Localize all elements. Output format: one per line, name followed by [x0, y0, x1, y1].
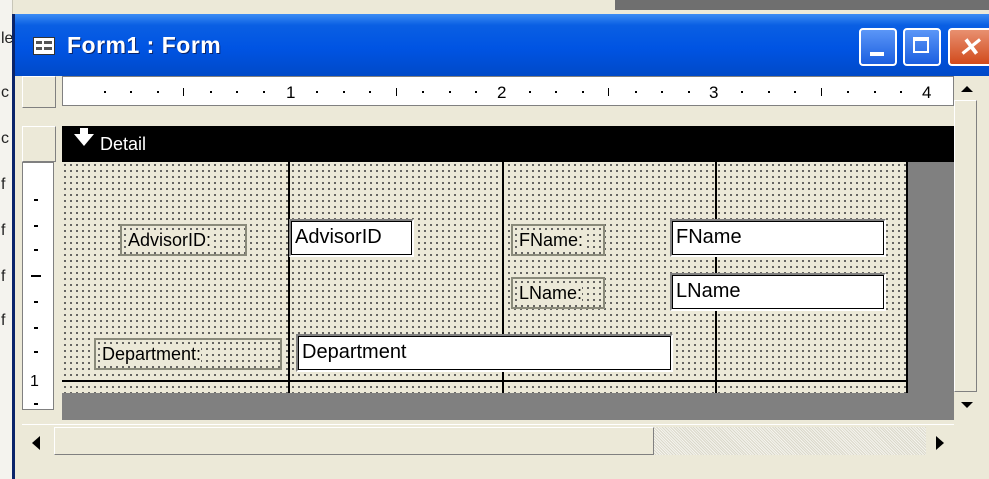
- ruler-number: 2: [497, 83, 507, 102]
- advisorid-label[interactable]: AdvisorID:: [120, 224, 247, 256]
- scroll-down-button[interactable]: [954, 394, 977, 416]
- close-button[interactable]: ✕: [948, 28, 989, 66]
- ruler-tick: [103, 91, 106, 93]
- ruler-tick: [794, 91, 797, 93]
- horizontal-scroll-thumb[interactable]: [54, 427, 654, 455]
- form-background-area: [908, 162, 954, 393]
- ruler-number: 1: [30, 373, 39, 390]
- ruler-tick: [634, 91, 637, 93]
- ruler-tick: [581, 91, 584, 93]
- ruler-tick: [209, 91, 212, 93]
- ruler-number: 1: [286, 83, 296, 102]
- ruler-tick: [262, 91, 265, 93]
- maximize-button[interactable]: [903, 28, 941, 66]
- ruler-number: 3: [709, 83, 719, 102]
- minimize-icon: [870, 52, 884, 56]
- close-icon: ✕: [958, 32, 980, 62]
- scroll-right-button[interactable]: [926, 427, 954, 457]
- ruler-tick: [608, 88, 610, 96]
- ruler-tick: [369, 91, 372, 93]
- maximize-icon: [913, 37, 929, 53]
- minimize-button[interactable]: [859, 28, 897, 66]
- ruler-tick: [475, 91, 478, 93]
- arrow-up-icon: [961, 86, 973, 92]
- background-text: f: [1, 312, 6, 329]
- background-text: f: [1, 222, 6, 239]
- horizontal-scrollbar[interactable]: [22, 424, 954, 457]
- background-window-edge: [615, 0, 989, 10]
- lname-label[interactable]: LName:: [511, 277, 605, 309]
- ruler-tick: [661, 91, 664, 93]
- background-text: f: [1, 176, 6, 193]
- background-text: c: [1, 130, 9, 147]
- arrow-down-icon: [961, 402, 973, 408]
- ruler-tick: [236, 91, 239, 93]
- ruler-tick: [847, 91, 850, 93]
- ruler-tick: [873, 91, 876, 93]
- detail-section-bar[interactable]: Detail: [62, 126, 954, 162]
- ruler-tick: [395, 88, 397, 96]
- ruler-tick: [555, 91, 558, 93]
- fname-textbox[interactable]: FName: [670, 219, 886, 257]
- arrow-right-icon: [936, 436, 944, 450]
- vertical-ruler[interactable]: 1: [22, 162, 54, 410]
- horizontal-scroll-track[interactable]: [654, 427, 926, 455]
- department-textbox[interactable]: Department: [296, 334, 673, 372]
- department-label[interactable]: Department:: [94, 338, 282, 370]
- ruler-tick: [316, 91, 319, 93]
- vertical-scroll-thumb[interactable]: [954, 100, 977, 392]
- scroll-left-button[interactable]: [22, 427, 52, 457]
- background-text: c: [1, 84, 9, 101]
- lname-textbox[interactable]: LName: [670, 273, 886, 311]
- background-text: f: [1, 268, 6, 285]
- ruler-tick: [687, 91, 690, 93]
- window-title: Form1 : Form: [67, 32, 222, 58]
- ruler-tick: [448, 91, 451, 93]
- ruler-tick: [767, 91, 770, 93]
- scroll-up-button[interactable]: [954, 78, 977, 100]
- ruler-tick: [528, 91, 531, 93]
- advisorid-textbox[interactable]: AdvisorID: [289, 219, 414, 257]
- ruler-tick: [342, 91, 345, 93]
- ruler-number: 4: [922, 83, 932, 102]
- ruler-tick: [130, 91, 133, 93]
- section-arrow-icon: [74, 128, 94, 146]
- ruler-tick: [900, 91, 903, 93]
- detail-section-label: Detail: [100, 134, 147, 154]
- ruler-tick: [183, 88, 185, 96]
- ruler-tick: [156, 91, 159, 93]
- ruler-tick: [741, 91, 744, 93]
- form-selector[interactable]: [22, 76, 56, 108]
- arrow-left-icon: [32, 436, 40, 450]
- vertical-scrollbar[interactable]: [954, 76, 977, 424]
- form-icon[interactable]: [33, 37, 55, 55]
- section-selector[interactable]: [22, 126, 56, 162]
- form-background-area: [62, 393, 954, 420]
- scrollbar-corner: [954, 424, 977, 456]
- horizontal-ruler[interactable]: 1 2 3 4: [62, 76, 954, 106]
- title-bar[interactable]: Form1 : Form ✕: [15, 14, 989, 76]
- fname-label[interactable]: FName:: [511, 224, 605, 256]
- ruler-tick: [820, 88, 822, 96]
- ruler-tick: [422, 91, 425, 93]
